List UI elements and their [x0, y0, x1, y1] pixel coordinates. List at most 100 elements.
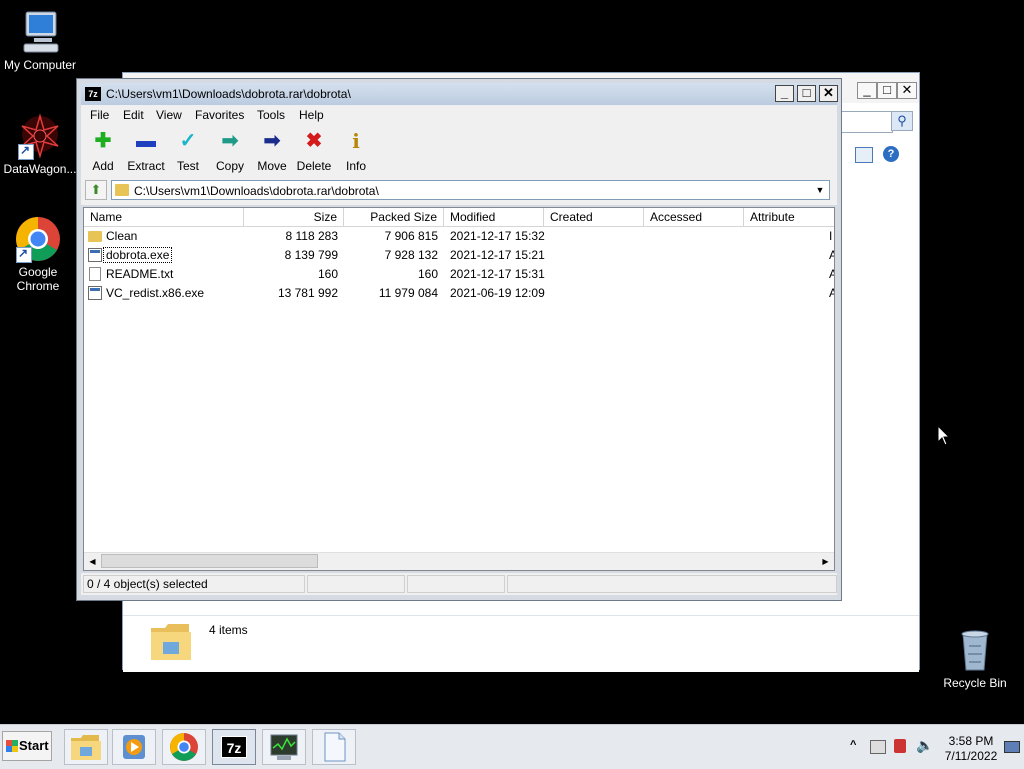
address-text: C:\Users\vm1\Downloads\dobrota.rar\dobro… [134, 184, 379, 198]
preview-pane-icon[interactable] [855, 147, 873, 163]
desktop-icon-label: DataWagon... [3, 162, 77, 176]
close-button[interactable]: ✕ [819, 85, 838, 102]
desktop-icon-datawagon[interactable]: DataWagon... [0, 112, 80, 176]
recycle-bin-icon [951, 626, 999, 674]
scroll-right-icon[interactable]: ▶ [817, 553, 834, 570]
table-row[interactable]: VC_redist.x86.exe 13 781 992 11 979 084 … [84, 284, 834, 303]
titlebar[interactable]: 7z C:\Users\vm1\Downloads\dobrota.rar\do… [81, 83, 838, 105]
mouse-cursor-icon [937, 424, 951, 450]
delete-x-icon: ✖ [305, 130, 323, 152]
column-header-attributes[interactable]: Attribute [744, 208, 834, 226]
copy-button[interactable]: ➡ Copy [209, 129, 251, 173]
maximize-button[interactable]: □ [797, 85, 816, 102]
desktop-icon-my-computer[interactable]: My Computer [0, 8, 80, 72]
info-label: Info [345, 159, 366, 173]
horizontal-scrollbar[interactable]: ◀ ▶ [84, 552, 834, 570]
background-close-button[interactable]: ✕ [897, 82, 917, 99]
menu-tools[interactable]: Tools [257, 108, 285, 122]
column-header-size[interactable]: Size [244, 208, 344, 226]
delete-button[interactable]: ✖ Delete [293, 129, 335, 173]
minimize-button[interactable]: _ [775, 85, 794, 102]
file-attributes: A [829, 284, 834, 303]
move-button[interactable]: ➡ Move [251, 129, 293, 173]
7zip-app-icon: 7z [85, 87, 101, 101]
computer-icon [16, 8, 64, 56]
windows-logo-icon [6, 740, 18, 752]
executable-icon [88, 248, 102, 262]
menu-bar: File Edit View Favorites Tools Help [81, 105, 837, 125]
network-icon[interactable] [870, 740, 886, 754]
volume-icon[interactable]: 🔈 [916, 737, 933, 754]
datawagon-icon [16, 112, 64, 160]
taskbar-document[interactable] [312, 729, 356, 765]
add-label: Add [92, 159, 114, 173]
copy-label: Copy [215, 159, 244, 173]
scroll-left-icon[interactable]: ◀ [84, 553, 101, 570]
desktop-icon-label: Google Chrome [16, 265, 60, 293]
file-attributes: A [829, 246, 834, 265]
table-row[interactable]: Clean 8 118 283 7 906 815 2021-12-17 15:… [84, 227, 834, 246]
file-name: README.txt [106, 267, 174, 281]
menu-favorites[interactable]: Favorites [195, 108, 244, 122]
folder-up-icon[interactable]: ⬆ [85, 180, 107, 200]
taskbar-media-player[interactable] [112, 729, 156, 765]
folder-icon [115, 184, 129, 196]
column-header-modified[interactable]: Modified [444, 208, 544, 226]
desktop-icon-label: My Computer [3, 58, 77, 72]
file-modified: 2021-12-17 15:31 [450, 267, 545, 281]
column-header-packed-size[interactable]: Packed Size [344, 208, 444, 226]
test-button[interactable]: ✓ Test [167, 129, 209, 173]
taskbar-file-explorer[interactable] [64, 729, 108, 765]
help-icon[interactable]: ? [883, 146, 899, 162]
items-count: 4 items [209, 623, 248, 637]
desktop-icon-recycle-bin[interactable]: Recycle Bin [935, 626, 1015, 690]
chrome-icon [14, 215, 62, 263]
file-packed-size: 160 [417, 267, 438, 281]
table-row[interactable]: dobrota.exe 8 139 799 7 928 132 2021-12-… [84, 246, 834, 265]
file-size: 8 118 283 [285, 229, 339, 243]
file-size: 13 781 992 [277, 286, 338, 300]
background-status-bar: 4 items [123, 615, 919, 672]
test-label: Test [176, 159, 199, 173]
info-icon: i [352, 129, 360, 153]
7zip-file-manager-window[interactable]: 7z C:\Users\vm1\Downloads\dobrota.rar\do… [76, 78, 842, 601]
desktop-icon-google-chrome[interactable]: Google Chrome [0, 215, 78, 293]
executable-icon [88, 286, 102, 300]
minus-icon: ▬ [136, 130, 156, 152]
status-panel [307, 575, 405, 593]
column-header-name[interactable]: Name [84, 208, 244, 226]
background-search-input[interactable] [841, 111, 893, 133]
shortcut-arrow-icon [16, 246, 32, 263]
scrollbar-thumb[interactable] [101, 554, 318, 568]
file-list[interactable]: Name Size Packed Size Modified Created A… [83, 207, 835, 571]
tray-expand-chevron-icon[interactable]: ^ [850, 739, 856, 751]
action-center-icon[interactable] [894, 739, 906, 753]
search-icon[interactable]: ⚲ [891, 111, 913, 131]
menu-help[interactable]: Help [299, 108, 324, 122]
clock[interactable]: 3:58 PM 7/11/2022 [936, 734, 1006, 764]
taskbar-chrome[interactable] [162, 729, 206, 765]
file-explorer-icon [71, 735, 101, 760]
start-button[interactable]: Start [2, 731, 52, 761]
info-button[interactable]: i Info [335, 129, 377, 173]
show-desktop-icon[interactable] [1004, 741, 1020, 753]
column-header-created[interactable]: Created [544, 208, 644, 226]
file-modified: 2021-12-17 15:32 [450, 229, 545, 243]
menu-edit[interactable]: Edit [123, 108, 144, 122]
background-minimize-button[interactable]: _ [857, 82, 877, 99]
taskbar-task-manager[interactable] [262, 729, 306, 765]
shortcut-arrow-icon [18, 143, 34, 160]
file-modified: 2021-06-19 12:09 [450, 286, 545, 300]
chevron-down-icon[interactable]: ▼ [812, 182, 828, 198]
taskbar-7zip[interactable]: 7z [212, 729, 256, 765]
menu-file[interactable]: File [90, 108, 109, 122]
column-header-accessed[interactable]: Accessed [644, 208, 744, 226]
selection-status: 0 / 4 object(s) selected [83, 575, 305, 593]
background-maximize-button[interactable]: □ [877, 82, 897, 99]
address-input[interactable]: C:\Users\vm1\Downloads\dobrota.rar\dobro… [111, 180, 830, 200]
add-button[interactable]: ✚ Add [82, 129, 124, 173]
menu-view[interactable]: View [156, 108, 182, 122]
file-name: dobrota.exe [102, 247, 173, 263]
table-row[interactable]: README.txt 160 160 2021-12-17 15:31 A [84, 265, 834, 284]
extract-button[interactable]: ▬ Extract [125, 129, 167, 173]
